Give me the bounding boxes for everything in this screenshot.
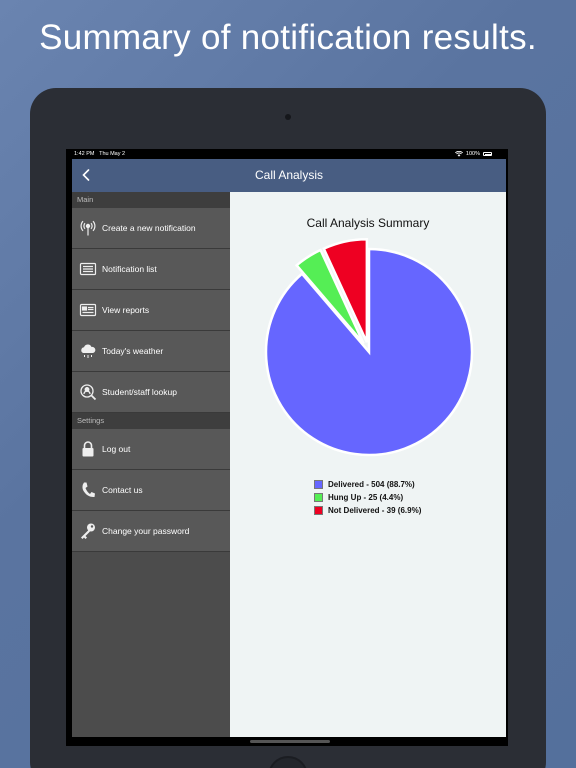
legend-label: Delivered - 504 (88.7%) — [328, 480, 415, 489]
sidebar-item-notification-list[interactable]: Notification list — [72, 249, 230, 290]
navbar: Call Analysis — [72, 159, 506, 192]
status-date: Thu May 2 — [99, 151, 126, 157]
legend-label: Not Delivered - 39 (6.9%) — [328, 506, 422, 515]
legend-item-delivered: Delivered - 504 (88.7%) — [314, 478, 421, 491]
sidebar-item-label: Contact us — [102, 485, 143, 495]
battery-percent: 100% — [465, 151, 480, 157]
headline: Summary of notification results. — [39, 18, 537, 57]
person-search-icon — [78, 382, 98, 402]
sidebar-section-main: Main — [72, 192, 230, 208]
chart-panel: Call Analysis Summary Delivered - 504 (8… — [230, 192, 506, 737]
legend-swatch — [314, 493, 323, 502]
chart-title: Call Analysis Summary — [306, 216, 430, 230]
weather-icon — [78, 341, 98, 361]
sidebar-item-label: Create a new notification — [102, 223, 196, 233]
chart-legend: Delivered - 504 (88.7%) Hung Up - 25 (4.… — [314, 478, 421, 517]
lock-icon — [78, 439, 98, 459]
sidebar-item-change-password[interactable]: Change your password — [72, 511, 230, 552]
legend-label: Hung Up - 25 (4.4%) — [328, 493, 404, 502]
sidebar-item-label: Log out — [102, 444, 131, 454]
legend-item-hung-up: Hung Up - 25 (4.4%) — [314, 491, 421, 504]
sidebar-item-label: Student/staff lookup — [102, 387, 177, 397]
legend-swatch — [314, 506, 323, 515]
legend-item-not-delivered: Not Delivered - 39 (6.9%) — [314, 504, 421, 517]
sidebar-item-create-notification[interactable]: Create a new notification — [72, 208, 230, 249]
sidebar-item-label: View reports — [102, 305, 150, 315]
sidebar-item-label: Today's weather — [102, 346, 164, 356]
sidebar: Main Create a new notification Notificat… — [72, 192, 230, 737]
status-time: 1:42 PM — [74, 151, 95, 157]
pie-chart — [264, 237, 474, 457]
sidebar-item-view-reports[interactable]: View reports — [72, 290, 230, 331]
battery-icon — [483, 152, 492, 156]
list-icon — [78, 259, 98, 279]
home-button[interactable] — [268, 756, 308, 768]
sidebar-item-todays-weather[interactable]: Today's weather — [72, 331, 230, 372]
broadcast-icon — [78, 218, 98, 238]
wifi-icon — [454, 151, 463, 157]
sidebar-item-student-staff-lookup[interactable]: Student/staff lookup — [72, 372, 230, 413]
sidebar-item-label: Change your password — [102, 526, 190, 536]
sidebar-item-label: Notification list — [102, 264, 157, 274]
sidebar-item-log-out[interactable]: Log out — [72, 429, 230, 470]
screen: 1:42 PM Thu May 2 100% Call Analysis Mai… — [66, 149, 508, 746]
home-indicator — [250, 740, 330, 743]
status-time-date: 1:42 PM Thu May 2 — [74, 149, 125, 159]
page-title: Call Analysis — [254, 168, 324, 182]
app-window: Call Analysis Main Create a new notifica… — [72, 159, 506, 737]
camera — [285, 114, 291, 120]
status-bar: 1:42 PM Thu May 2 100% — [66, 149, 508, 159]
sidebar-item-contact-us[interactable]: Contact us — [72, 470, 230, 511]
sidebar-section-settings: Settings — [72, 413, 230, 429]
legend-swatch — [314, 480, 323, 489]
pie-slice-0 — [264, 247, 474, 457]
tablet-frame: 1:42 PM Thu May 2 100% Call Analysis Mai… — [30, 88, 546, 768]
report-icon — [78, 300, 98, 320]
key-icon — [78, 521, 98, 541]
status-right: 100% — [454, 149, 492, 159]
phone-icon — [78, 480, 98, 500]
